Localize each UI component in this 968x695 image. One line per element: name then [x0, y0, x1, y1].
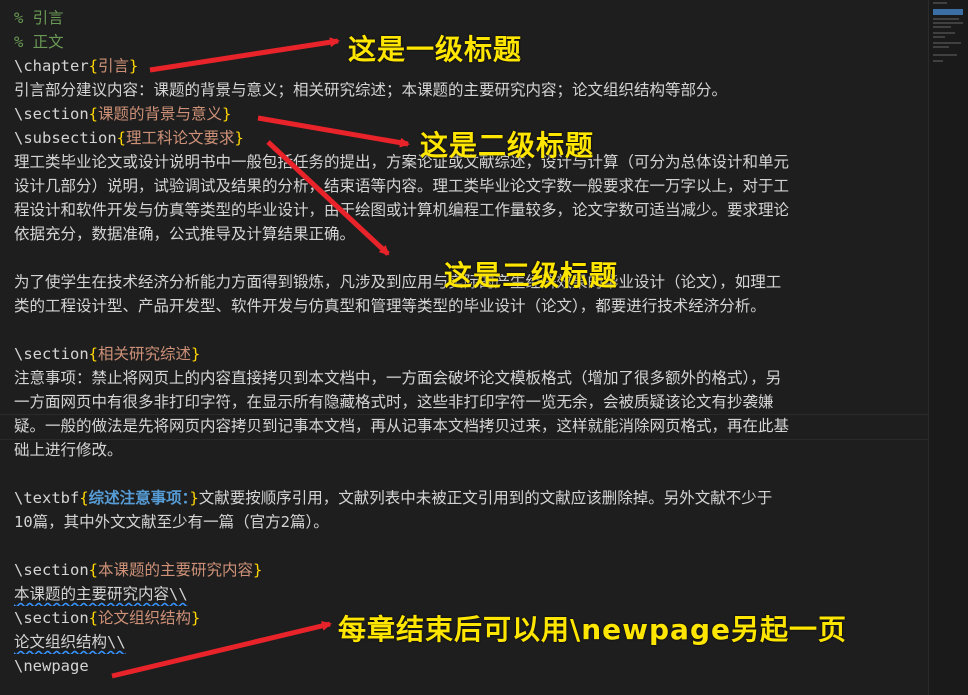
code-line: \newpage [14, 654, 922, 678]
code-line: 引言部分建议内容：课题的背景与意义；相关研究综述；本课题的主要研究内容；论文组织… [14, 78, 922, 102]
command-argument: 本课题的主要研究内容 [98, 561, 254, 579]
code-line: \section{课题的背景与意义} [14, 105, 232, 123]
code-editor[interactable]: % 引言 % 正文 \chapter{引言} 引言部分建议内容：课题的背景与意义… [0, 0, 928, 695]
code-line: 程设计和软件开发与仿真等类型的毕业设计，由于绘图或计算机编程工作量较多，论文字数… [14, 198, 922, 222]
command-argument: 论文组织结构 [98, 609, 192, 627]
line-text: 程设计和软件开发与仿真等类型的毕业设计，由于绘图或计算机编程工作量较多，论文字数… [14, 201, 790, 219]
code-line: 一方面网页中有很多非打印字符，在显示所有隐藏格式时，这些非打印字符一览无余，会被… [14, 390, 922, 414]
command-argument: 理工科论文要求 [126, 129, 235, 147]
line-text: 理工类毕业论文或设计说明书中一般包括任务的提出，方案论证或文献综述，设计与计算（… [14, 153, 790, 171]
code-line: 依据充分，数据准确，公式推导及计算结果正确。 [14, 222, 922, 246]
line-text: 引言部分建议内容：课题的背景与意义；相关研究综述；本课题的主要研究内容；论文组织… [14, 81, 728, 99]
line-text: 依据充分，数据准确，公式推导及计算结果正确。 [14, 225, 356, 243]
code-line: \section{本课题的主要研究内容} [14, 561, 263, 579]
annotation-newpage: 每章结束后可以用\newpage另起一页 [338, 613, 847, 646]
line-text: 本课题的主要研究内容\\ [14, 585, 188, 603]
code-line: 本课题的主要研究内容\\ [14, 582, 922, 606]
line-text: 疑。一般的做法是先将网页内容拷贝到记事本文档，再从记事本文档拷贝过来，这样就能消… [14, 417, 790, 435]
line-text: 注意事项：禁止将网页上的内容直接拷贝到本文档中，一方面会破坏论文模板格式（增加了… [14, 369, 782, 387]
annotation-level3: 这是三级标题 [444, 259, 619, 292]
latex-command: \section [14, 105, 89, 123]
command-argument: 相关研究综述 [98, 345, 192, 363]
latex-command: \section [14, 345, 89, 363]
code-line: \section{相关研究综述} [14, 345, 201, 363]
latex-command: \subsection [14, 129, 117, 147]
line-text: 设计几部分）说明，试验调试及结果的分析，结束语等内容。理工类毕业论文字数一般要求… [14, 177, 790, 195]
annotation-level2: 这是二级标题 [420, 129, 595, 162]
comment: % 正文 [14, 33, 64, 51]
minimap-viewport[interactable] [933, 9, 963, 15]
line-text: 论文组织结构\\ [14, 633, 126, 651]
minimap[interactable] [928, 0, 968, 695]
code-line: 疑。一般的做法是先将网页内容拷贝到记事本文档，再从记事本文档拷贝过来，这样就能消… [14, 414, 922, 438]
bold-argument: 综述注意事项： [88, 489, 190, 507]
command-argument: 引言 [98, 57, 130, 75]
annotation-level1: 这是一级标题 [348, 33, 523, 66]
code-line: % 引言 [14, 6, 922, 30]
latex-command: \section [14, 561, 89, 579]
latex-command: \section [14, 609, 89, 627]
code-line: 注意事项：禁止将网页上的内容直接拷贝到本文档中，一方面会破坏论文模板格式（增加了… [14, 366, 922, 390]
line-text: \newpage [14, 657, 89, 675]
line-text: 10篇，其中外文文献至少有一篇（官方2篇）。 [14, 513, 329, 531]
code-line: 设计几部分）说明，试验调试及结果的分析，结束语等内容。理工类毕业论文字数一般要求… [14, 174, 922, 198]
latex-command: \chapter [14, 57, 89, 75]
code-line: 类的工程设计型、产品开发型、软件开发与仿真型和管理等类型的毕业设计（论文），都要… [14, 294, 922, 318]
code-line: 10篇，其中外文文献至少有一篇（官方2篇）。 [14, 510, 922, 534]
code-line: \textbf{综述注意事项：}文献要按顺序引用，文献列表中未被正文引用到的文献… [14, 489, 773, 507]
line-text: 文献要按顺序引用，文献列表中未被正文引用到的文献应该删除掉。另外文献不少于 [198, 489, 773, 507]
line-text: 一方面网页中有很多非打印字符，在显示所有隐藏格式时，这些非打印字符一览无余，会被… [14, 393, 774, 411]
line-text: 础上进行修改。 [14, 441, 123, 459]
comment: % 引言 [14, 9, 64, 27]
code-line: 础上进行修改。 [14, 438, 922, 462]
line-text: 类的工程设计型、产品开发型、软件开发与仿真型和管理等类型的毕业设计（论文），都要… [14, 297, 766, 315]
command-argument: 课题的背景与意义 [98, 105, 223, 123]
line-text: 为了使学生在技术经济分析能力方面得到锻炼，凡涉及到应用与实际的产生经济效果的毕业… [14, 273, 782, 291]
latex-command: \textbf [14, 489, 80, 507]
